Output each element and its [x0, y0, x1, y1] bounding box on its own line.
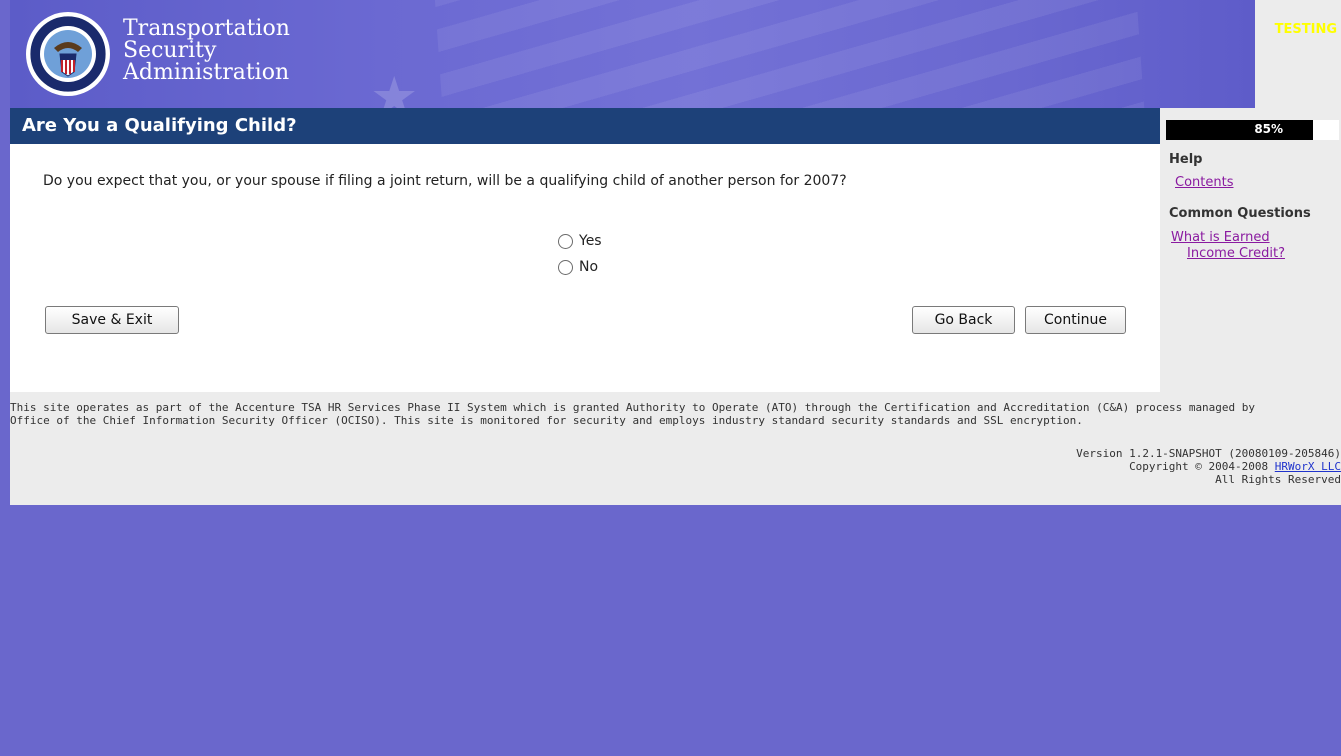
help-heading: Help: [1169, 152, 1203, 167]
radio-option-yes[interactable]: Yes: [558, 228, 602, 254]
version-text: Version 1.2.1-SNAPSHOT (20080109-205846): [1076, 447, 1341, 460]
radio-no-label[interactable]: No: [579, 259, 598, 275]
progress-fill: 85%: [1166, 120, 1314, 140]
radio-yes-label[interactable]: Yes: [579, 233, 602, 249]
dhs-seal-logo: [26, 12, 110, 96]
agency-name: Transportation Security Administration: [123, 18, 290, 84]
page: ★ Transportation Security Administration…: [10, 0, 1341, 756]
flag-background: [433, 0, 1147, 108]
help-panel: Help Contents Common Questions What is E…: [1160, 144, 1341, 392]
footer-version-info: Version 1.2.1-SNAPSHOT (20080109-205846)…: [1076, 447, 1341, 486]
agency-line-3: Administration: [123, 60, 290, 85]
agency-line-2: Security: [123, 38, 217, 63]
hrworx-link[interactable]: HRWorX LLC: [1275, 460, 1341, 473]
environment-indicator: TESTING: [1255, 0, 1341, 108]
progress-area: 85%: [1160, 108, 1341, 144]
rights-text: All Rights Reserved: [1215, 473, 1341, 486]
page-title: Are You a Qualifying Child?: [22, 115, 297, 136]
answer-radio-group: Yes No: [558, 228, 602, 280]
footer-security-note: This site operates as part of the Accent…: [10, 401, 1341, 427]
faq-link-line-2[interactable]: Income Credit?: [1171, 246, 1285, 261]
earned-income-credit-link[interactable]: What is Earned Income Credit?: [1171, 230, 1285, 262]
main-content: Do you expect that you, or your spouse i…: [10, 144, 1160, 392]
copyright-text: Copyright © 2004-2008: [1129, 460, 1275, 473]
footer: This site operates as part of the Accent…: [10, 392, 1341, 505]
footer-note-line-2: Office of the Chief Information Security…: [10, 414, 1083, 427]
testing-label: TESTING: [1274, 22, 1337, 37]
continue-button[interactable]: Continue: [1025, 306, 1126, 334]
header-banner: ★ Transportation Security Administration: [10, 0, 1255, 108]
progress-bar: 85%: [1166, 120, 1339, 140]
footer-note-line-1: This site operates as part of the Accent…: [10, 401, 1256, 414]
help-contents-link[interactable]: Contents: [1175, 175, 1233, 191]
title-bar: Are You a Qualifying Child?: [10, 108, 1160, 144]
common-questions-heading: Common Questions: [1169, 206, 1311, 221]
save-exit-button[interactable]: Save & Exit: [45, 306, 179, 334]
radio-yes[interactable]: [558, 233, 573, 249]
progress-label: 85%: [1254, 122, 1284, 136]
faq-link-line-1[interactable]: What is Earned: [1171, 230, 1270, 245]
star-decoration: ★: [370, 65, 419, 109]
radio-option-no[interactable]: No: [558, 254, 602, 280]
copyright-line: Copyright © 2004-2008 HRWorX LLC: [1076, 460, 1341, 473]
go-back-button[interactable]: Go Back: [912, 306, 1015, 334]
radio-no[interactable]: [558, 259, 573, 275]
agency-line-1: Transportation: [123, 16, 290, 41]
question-text: Do you expect that you, or your spouse i…: [43, 173, 847, 189]
